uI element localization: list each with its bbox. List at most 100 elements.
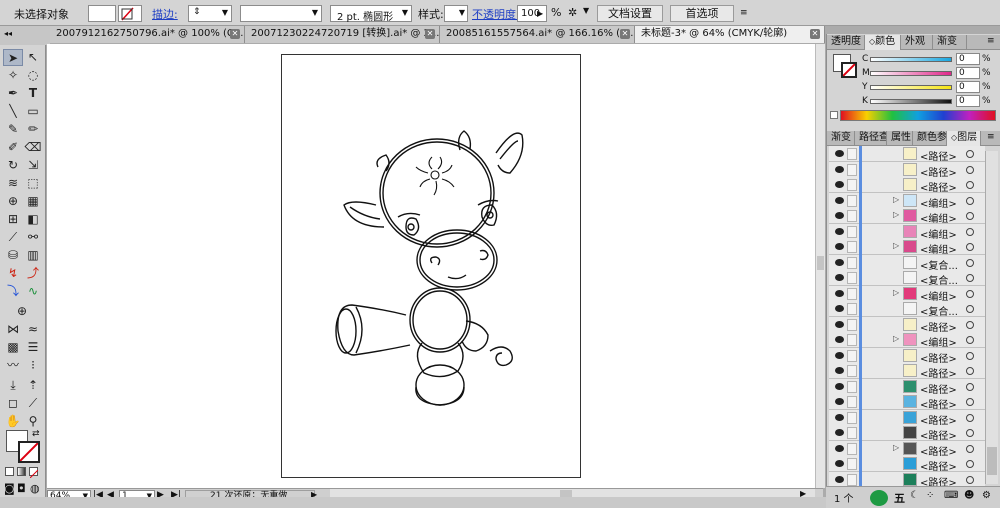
target-circle-icon[interactable] [966, 181, 974, 189]
target-circle-icon[interactable] [966, 320, 974, 329]
layer-row[interactable]: <复合... [829, 301, 985, 318]
tab-pathfinder[interactable]: 路径查 [855, 131, 887, 146]
layer-row[interactable]: <路径> [829, 409, 985, 427]
document-tab[interactable]: 20079121627507​96.ai* @ 100% (C... ✕ [50, 26, 245, 43]
target-circle-icon[interactable] [966, 243, 974, 251]
lock-toggle[interactable] [847, 287, 857, 300]
paintbrush-tool-icon[interactable]: ✎ [3, 121, 23, 138]
blue-arrow-tool-icon[interactable]: ⤵ [3, 283, 23, 300]
lock-toggle[interactable] [847, 179, 857, 191]
tab-gradient[interactable]: 渐变 [827, 131, 855, 146]
brush-dropdown[interactable]: 2 pt. 椭圆形 ▼ [330, 5, 412, 23]
layer-row[interactable]: <路径> [829, 378, 985, 396]
type-tool-icon[interactable]: T [23, 85, 43, 102]
lock-toggle[interactable] [847, 396, 857, 408]
document-tab-active[interactable]: 未标题-3* @ 64% (CMYK/轮廓) ✕ [635, 26, 825, 43]
layer-row[interactable]: ▷ <路径> [829, 440, 985, 458]
lasso-tool-icon[interactable]: ◌ [23, 67, 43, 84]
document-tab[interactable]: 20085161557564.ai* @ 166.16% (C... ✕ [440, 26, 635, 43]
dropper-tool-icon[interactable]: ⤓ [3, 377, 23, 394]
align-tool-icon[interactable]: ☰ [23, 339, 43, 356]
selection-tool-icon[interactable]: ➤ [3, 49, 23, 66]
cyan-value[interactable]: 0 [956, 53, 980, 65]
none-swatch[interactable] [830, 111, 838, 119]
target-circle-icon[interactable] [966, 444, 974, 453]
expand-triangle-icon[interactable]: ▷ [893, 334, 899, 343]
symbol-sprayer-tool-icon[interactable]: ⛁ [3, 247, 23, 264]
visibility-eye-icon[interactable] [835, 475, 844, 483]
scroll-thumb[interactable] [987, 447, 997, 475]
tab-transparency[interactable]: 透明度 [827, 35, 865, 50]
visibility-eye-icon[interactable] [835, 444, 844, 452]
layer-row[interactable]: ▷ <编组> [829, 285, 985, 303]
tab-gradient[interactable]: 渐变 [933, 35, 967, 50]
canvas-vertical-scrollbar[interactable] [815, 44, 825, 488]
pen-tool-icon[interactable]: ✒ [3, 85, 23, 102]
moon-icon[interactable]: ☾ [910, 490, 919, 501]
target-circle-icon[interactable] [966, 351, 974, 360]
visibility-eye-icon[interactable] [835, 181, 844, 188]
wave-tool-icon[interactable]: ≈ [23, 321, 43, 338]
layer-row[interactable]: <路径> [829, 394, 985, 411]
visibility-eye-icon[interactable] [835, 367, 844, 374]
visibility-eye-icon[interactable] [835, 227, 844, 235]
perspective-grid-tool-icon[interactable]: ▦ [23, 193, 43, 210]
stroke-link[interactable]: 描边: [152, 6, 178, 22]
target-circle-icon[interactable] [966, 367, 974, 375]
layer-row[interactable]: ▷ <编组> [829, 239, 985, 256]
layer-row[interactable]: ▷ <编组> [829, 192, 985, 210]
stroke-weight-field[interactable]: ⇕ ▼ [188, 5, 232, 22]
swap-colors-icon[interactable]: ⇄ [32, 429, 40, 439]
layer-row[interactable]: ▷ <编组> [829, 332, 985, 349]
visibility-eye-icon[interactable] [835, 258, 844, 266]
target-circle-icon[interactable] [966, 382, 974, 391]
layer-row[interactable]: <复合... [829, 254, 985, 272]
visibility-eye-icon[interactable] [835, 274, 844, 281]
expand-triangle-icon[interactable]: ▷ [893, 210, 899, 219]
panel-menu-icon[interactable]: ≡ [987, 36, 995, 46]
target-circle-icon[interactable] [966, 475, 974, 484]
blend-tool-icon[interactable]: ⚯ [23, 229, 43, 246]
eraser-tool-icon[interactable]: ⌫ [23, 139, 43, 156]
lock-toggle[interactable] [847, 318, 857, 331]
variable-width-dropdown[interactable]: ▼ [240, 5, 322, 22]
spray-tool-icon[interactable]: ⇡ [23, 377, 43, 394]
fill-swatch[interactable] [88, 5, 116, 22]
lock-toggle[interactable] [847, 163, 857, 176]
slice-tool-icon[interactable]: ⟋ [23, 395, 43, 412]
lock-toggle[interactable] [847, 241, 857, 253]
lock-toggle[interactable] [847, 458, 857, 470]
layer-row[interactable]: <路径> [829, 146, 985, 163]
lock-toggle[interactable] [847, 210, 857, 222]
panel-menu-icon[interactable]: ≡ [740, 5, 748, 22]
black-slider[interactable] [870, 99, 952, 104]
layer-row[interactable]: <编组> [829, 223, 985, 241]
preferences-button[interactable]: 首选项 [670, 5, 734, 22]
yellow-value[interactable]: 0 [956, 81, 980, 93]
layer-row[interactable]: <路径> [829, 177, 985, 194]
lock-toggle[interactable] [847, 194, 857, 207]
close-icon[interactable]: ✕ [620, 29, 630, 39]
expand-triangle-icon[interactable]: ▷ [893, 443, 899, 452]
close-icon[interactable]: ✕ [810, 29, 820, 39]
layer-row[interactable]: <路径> [829, 363, 985, 380]
scale-tool-icon[interactable]: ⇲ [23, 157, 43, 174]
tab-attributes[interactable]: 属性 [887, 131, 913, 146]
green-curve-tool-icon[interactable]: ∿ [23, 283, 43, 300]
magenta-value[interactable]: 0 [956, 67, 980, 79]
target-circle-icon[interactable] [966, 274, 974, 282]
visibility-eye-icon[interactable] [835, 305, 844, 312]
red-arrow-tool-icon[interactable]: ↯ [3, 265, 23, 282]
target-circle-icon[interactable] [966, 289, 974, 298]
user-icon[interactable]: ☻ [964, 490, 974, 501]
visibility-eye-icon[interactable] [835, 351, 844, 359]
magic-wand-tool-icon[interactable]: ✧ [3, 67, 23, 84]
direct-selection-tool-icon[interactable]: ↖ [23, 49, 43, 66]
black-value[interactable]: 0 [956, 95, 980, 107]
scroll-thumb[interactable] [817, 256, 824, 270]
visibility-eye-icon[interactable] [835, 398, 844, 405]
lock-toggle[interactable] [847, 380, 857, 393]
panel-menu-icon[interactable]: ≡ [987, 132, 995, 142]
target-circle-icon[interactable] [966, 398, 974, 406]
close-icon[interactable]: ✕ [425, 29, 435, 39]
